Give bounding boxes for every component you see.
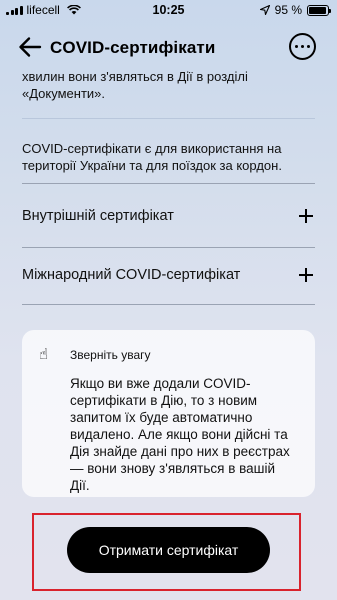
plus-icon[interactable] xyxy=(299,209,313,223)
info-text: COVID-сертифікати є для використання на … xyxy=(22,141,282,173)
status-right: 95 % xyxy=(259,3,331,17)
accordion-label: Міжнародний COVID-сертифікат xyxy=(22,267,241,283)
divider xyxy=(22,304,315,305)
notice-text: Якщо ви вже додали COVID-сертифікати в Д… xyxy=(70,376,290,493)
battery-percent: 95 % xyxy=(274,3,302,17)
back-button[interactable] xyxy=(18,36,42,58)
pointing-up-hand-icon: ☝ xyxy=(39,346,49,363)
arrow-left-icon xyxy=(19,37,42,57)
divider xyxy=(22,118,315,119)
get-certificate-button[interactable]: Отримати сертифікат xyxy=(67,527,270,573)
notice-title: Зверніть увагу xyxy=(70,348,151,362)
divider xyxy=(22,247,315,248)
accordion-domestic-certificate[interactable]: Внутрішній сертифікат xyxy=(22,194,315,240)
battery-fill xyxy=(309,6,327,14)
accordion-international-certificate[interactable]: Міжнародний COVID-сертифікат xyxy=(22,253,315,299)
notice-card: ☝ Зверніть увагу Якщо ви вже додали COVI… xyxy=(22,330,315,497)
more-options-button[interactable] xyxy=(289,33,316,60)
location-arrow-icon xyxy=(259,5,270,15)
battery-icon xyxy=(307,4,331,16)
page-title: COVID-сертифікати xyxy=(50,38,216,57)
status-bar: lifecell 10:25 95 % xyxy=(0,0,337,22)
plus-icon[interactable] xyxy=(299,268,313,282)
intro-text: хвилин вони з'являться в Дії в розділі «… xyxy=(22,69,248,101)
header: COVID-сертифікати xyxy=(0,30,337,66)
divider xyxy=(22,183,315,184)
accordion-label: Внутрішній сертифікат xyxy=(22,208,174,224)
more-horizontal-circle-icon xyxy=(294,44,299,49)
